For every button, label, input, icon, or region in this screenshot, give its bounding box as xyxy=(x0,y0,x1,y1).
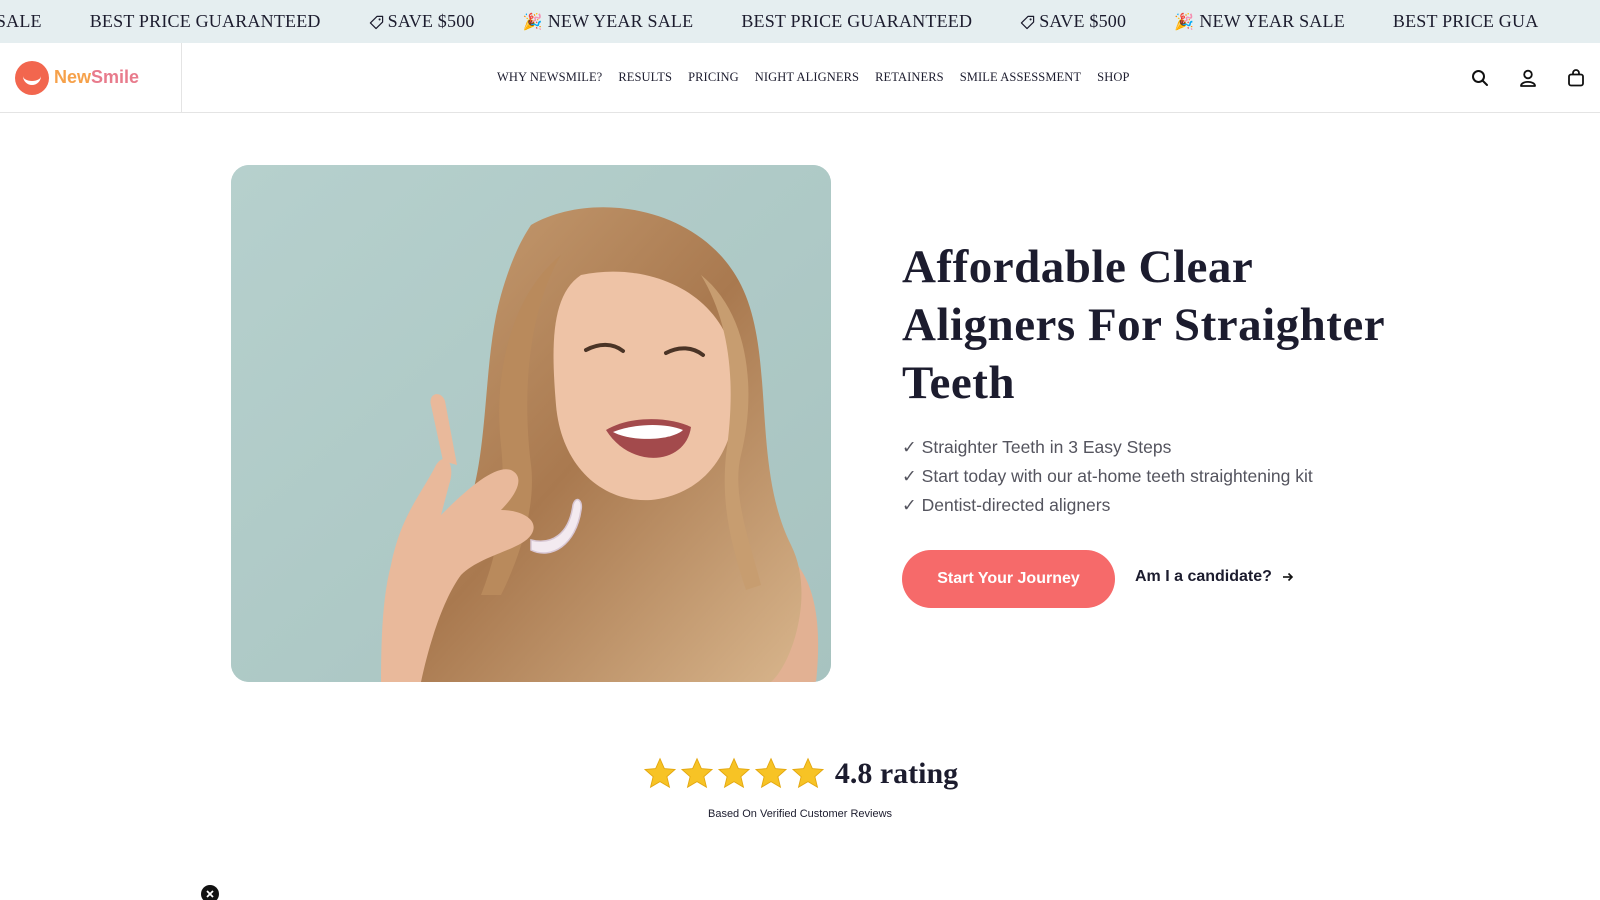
announcement-item: R SALE xyxy=(0,11,42,32)
announcement-text: BEST PRICE GUARANTEED xyxy=(89,11,321,31)
main-nav: WHY NEWSMILE? RESULTS PRICING NIGHT ALIG… xyxy=(497,43,1146,112)
nav-pricing[interactable]: PRICING xyxy=(688,70,739,85)
hero-photo xyxy=(231,165,831,682)
logo[interactable]: NewSmile xyxy=(0,43,182,112)
announcement-text: SAVE $500 xyxy=(387,11,475,31)
star-rating xyxy=(642,756,827,792)
search-icon[interactable] xyxy=(1470,68,1490,88)
announcement-text: R SALE xyxy=(0,11,42,31)
announcement-item: SAVE $500 xyxy=(369,11,475,32)
announcement-item: BEST PRICE GUARANTEED xyxy=(741,11,972,32)
nav-why-newsmile[interactable]: WHY NEWSMILE? xyxy=(497,70,602,85)
benefit-text: Dentist-directed aligners xyxy=(921,495,1111,515)
star-icon xyxy=(680,757,713,789)
cart-icon[interactable] xyxy=(1566,68,1586,88)
check-icon: ✓ xyxy=(902,437,917,457)
announcement-item: BEST PRICE GUARANTEED xyxy=(90,11,321,32)
hero-benefits-list: ✓ Straighter Teeth in 3 Easy Steps ✓ Start… xyxy=(902,433,1313,520)
nav-night-aligners[interactable]: NIGHT ALIGNERS xyxy=(755,70,859,85)
logo-text: NewSmile xyxy=(54,67,139,88)
announcement-text: SAVE $500 xyxy=(1039,11,1127,31)
announcement-item: SAVE $500 xyxy=(1020,11,1126,32)
rating-subtext: Based On Verified Customer Reviews xyxy=(707,808,893,820)
close-icon[interactable] xyxy=(201,885,219,900)
header-actions xyxy=(1442,43,1586,112)
rating-summary: 4.8 rating xyxy=(0,756,1600,792)
announcement-item: BEST PRICE GUA xyxy=(1393,11,1539,32)
tag-icon xyxy=(1020,14,1036,30)
logo-text-new: New xyxy=(54,67,92,87)
announcement-text: BEST PRICE GUARANTEED xyxy=(741,11,973,31)
hero-photo-illustration xyxy=(231,165,831,682)
rating-value: 4.8 rating xyxy=(834,757,959,790)
announcement-bar: R SALEBEST PRICE GUARANTEEDSAVE $500🎉NEW… xyxy=(0,0,1600,43)
announcement-text: BEST PRICE GUA xyxy=(1392,11,1539,31)
announcement-text: NEW YEAR SALE xyxy=(1199,11,1345,31)
announcement-text: NEW YEAR SALE xyxy=(547,11,694,31)
star-icon xyxy=(754,757,787,789)
party-popper-icon: 🎉 xyxy=(1174,12,1195,31)
benefit-item: ✓ Start today with our at-home teeth stra… xyxy=(902,462,1313,491)
candidate-link-label: Am I a candidate? xyxy=(1135,568,1272,585)
star-icon xyxy=(791,757,824,789)
tag-icon xyxy=(369,14,385,30)
check-icon: ✓ xyxy=(902,466,917,486)
smile-logo-icon xyxy=(15,60,49,95)
benefit-text: Straighter Teeth in 3 Easy Steps xyxy=(921,437,1172,457)
party-popper-icon: 🎉 xyxy=(522,12,543,31)
announcement-item: 🎉 NEW YEAR SALE xyxy=(1174,11,1345,32)
check-icon: ✓ xyxy=(902,495,917,515)
nav-results[interactable]: RESULTS xyxy=(618,70,672,85)
hero-title: Affordable Clear Aligners For Straighter… xyxy=(902,241,1385,409)
benefit-item: ✓ Dentist-directed aligners xyxy=(902,491,1313,520)
benefit-item: ✓ Straighter Teeth in 3 Easy Steps xyxy=(902,433,1313,462)
benefit-text: Start today with our at-home teeth strai… xyxy=(921,466,1313,486)
arrow-right-icon xyxy=(1282,571,1294,583)
announcement-item: 🎉 NEW YEAR SALE xyxy=(523,11,694,32)
nav-smile-assessment[interactable]: SMILE ASSESSMENT xyxy=(960,70,1081,85)
nav-shop[interactable]: SHOP xyxy=(1097,70,1129,85)
star-icon xyxy=(643,757,676,789)
site-header: NewSmile WHY NEWSMILE? RESULTS PRICING N… xyxy=(0,43,1600,113)
nav-retainers[interactable]: RETAINERS xyxy=(875,70,944,85)
star-icon xyxy=(717,757,750,789)
am-i-a-candidate-link[interactable]: Am I a candidate? xyxy=(1135,568,1294,586)
logo-text-smile: Smile xyxy=(91,67,140,87)
start-your-journey-button[interactable]: Start Your Journey xyxy=(902,550,1115,608)
announcement-track: R SALEBEST PRICE GUARANTEEDSAVE $500🎉NEW… xyxy=(0,0,1586,43)
account-icon[interactable] xyxy=(1518,68,1538,88)
